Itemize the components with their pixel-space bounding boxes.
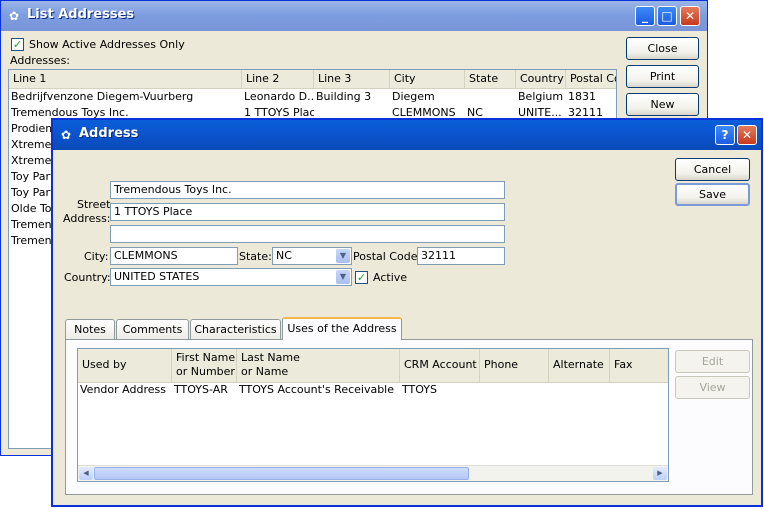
uses-col-fax[interactable]: Fax — [610, 349, 668, 382]
show-active-checkbox[interactable]: ✓ — [11, 38, 24, 51]
app-icon: ✿ — [8, 9, 20, 23]
col-postal[interactable]: Postal Co — [566, 70, 616, 88]
postal-label: Postal Code: — [353, 250, 422, 263]
uses-col-alternate-label: Alternate — [553, 358, 604, 371]
col-city[interactable]: City — [390, 70, 465, 88]
uses-col-crm-account-label: CRM Account — [404, 358, 477, 371]
scroll-left-arrow[interactable]: ◀ — [79, 467, 93, 480]
col-line1[interactable]: Line 1 — [9, 70, 242, 88]
uses-hscrollbar[interactable]: ◀ ▶ — [78, 465, 668, 481]
uses-cell-first: TTOYS-AR — [174, 383, 228, 396]
address-window-title: Address — [79, 126, 139, 141]
uses-col-first-name-label2: or Number — [176, 365, 235, 378]
uses-cell-last: TTOYS Account's Receivable — [239, 383, 395, 396]
minimize-button[interactable]: _ — [635, 6, 655, 26]
city-input[interactable]: CLEMMONS — [110, 247, 238, 265]
uses-col-used-by[interactable]: Used by — [78, 349, 172, 382]
street-line1-input[interactable]: Tremendous Toys Inc. — [110, 181, 505, 199]
col-state[interactable]: State — [465, 70, 516, 88]
uses-col-used-by-label: Used by — [82, 358, 127, 371]
state-select[interactable]: NC ▼ — [272, 247, 352, 265]
uses-col-phone[interactable]: Phone — [480, 349, 549, 382]
country-value: UNITED STATES — [114, 270, 200, 283]
state-value: NC — [276, 249, 292, 262]
new-button[interactable]: New — [626, 93, 699, 116]
address-window-titlebar[interactable]: ✿ Address ? ✕ — [53, 120, 761, 150]
address-window: ✿ Address ? ✕ Cancel Save Street Address… — [51, 118, 763, 507]
list-item[interactable]: Bedrijfvenzone Diegem-Vuurberg Leonardo D… — [9, 89, 616, 105]
tab-comments[interactable]: Comments — [116, 319, 189, 340]
close-address-button[interactable]: ✕ — [737, 125, 757, 145]
uses-row[interactable]: Vendor Address TTOYS-AR TTOYS Account's … — [78, 382, 668, 398]
cell-line2: Leonardo D... — [244, 90, 314, 103]
uses-col-crm-account[interactable]: CRM Account — [400, 349, 480, 382]
street-label: Street — [77, 198, 111, 211]
chevron-down-icon[interactable]: ▼ — [336, 249, 350, 263]
uses-col-phone-label: Phone — [484, 358, 519, 371]
edit-button[interactable]: Edit — [675, 350, 750, 373]
uses-col-alternate[interactable]: Alternate — [549, 349, 610, 382]
uses-col-first-name-label: First Name — [176, 351, 236, 364]
scroll-thumb[interactable] — [94, 467, 469, 480]
tab-characteristics[interactable]: Characteristics — [190, 319, 281, 340]
cell-postal: 1831 — [568, 90, 596, 103]
street-line3-input[interactable] — [110, 225, 505, 243]
uses-col-first-name[interactable]: First Name or Number — [172, 349, 237, 382]
print-button[interactable]: Print — [626, 65, 699, 88]
uses-header: Used by First Name or Number Last Name or … — [78, 349, 668, 383]
show-active-label: Show Active Addresses Only — [29, 38, 185, 51]
cell-country: Belgium — [518, 90, 564, 103]
close-window-button[interactable]: ✕ — [680, 6, 700, 26]
cell-state — [465, 89, 516, 105]
col-line2[interactable]: Line 2 — [242, 70, 314, 88]
close-button[interactable]: Close — [626, 37, 699, 60]
uses-col-fax-label: Fax — [614, 358, 633, 371]
tab-uses-of-address[interactable]: Uses of the Address — [282, 317, 402, 340]
tab-panel: Used by First Name or Number Last Name or … — [65, 339, 753, 495]
uses-list[interactable]: Used by First Name or Number Last Name or … — [77, 348, 669, 482]
maximize-button[interactable]: □ — [657, 6, 677, 26]
country-select[interactable]: UNITED STATES ▼ — [110, 268, 352, 286]
uses-col-last-name-label2: or Name — [241, 365, 289, 378]
col-country[interactable]: Country — [516, 70, 566, 88]
chevron-down-icon[interactable]: ▼ — [336, 270, 350, 284]
state-label: State: — [239, 250, 272, 263]
active-label: Active — [373, 271, 408, 284]
uses-cell-used-by: Vendor Address — [80, 383, 166, 396]
addresses-header: Line 1 Line 2 Line 3 City State Country … — [9, 70, 616, 89]
tab-notes[interactable]: Notes — [65, 319, 115, 340]
country-label: Country: — [64, 271, 111, 284]
uses-col-last-name[interactable]: Last Name or Name — [237, 349, 400, 382]
cell-line1: Bedrijfvenzone Diegem-Vuurberg — [11, 90, 194, 103]
cell-city: Diegem — [392, 90, 435, 103]
uses-col-last-name-label: Last Name — [241, 351, 300, 364]
list-window-title: List Addresses — [27, 7, 135, 22]
addresses-label: Addresses: — [10, 54, 71, 67]
cancel-button[interactable]: Cancel — [675, 158, 750, 181]
city-label: City: — [84, 250, 109, 263]
street-label-2: Address: — [63, 212, 111, 225]
uses-cell-crm: TTOYS — [402, 383, 438, 396]
col-line3[interactable]: Line 3 — [314, 70, 390, 88]
help-button[interactable]: ? — [715, 125, 735, 145]
active-checkbox[interactable]: ✓ — [355, 271, 368, 284]
app-icon: ✿ — [60, 128, 72, 142]
cell-line3: Building 3 — [316, 90, 372, 103]
view-button[interactable]: View — [675, 376, 750, 399]
save-button[interactable]: Save — [675, 183, 750, 206]
postal-input[interactable]: 32111 — [417, 247, 505, 265]
scroll-right-arrow[interactable]: ▶ — [653, 467, 667, 480]
street-line2-input[interactable]: 1 TTOYS Place — [110, 203, 505, 221]
list-window-titlebar[interactable]: ✿ List Addresses _ □ ✕ — [1, 1, 707, 31]
